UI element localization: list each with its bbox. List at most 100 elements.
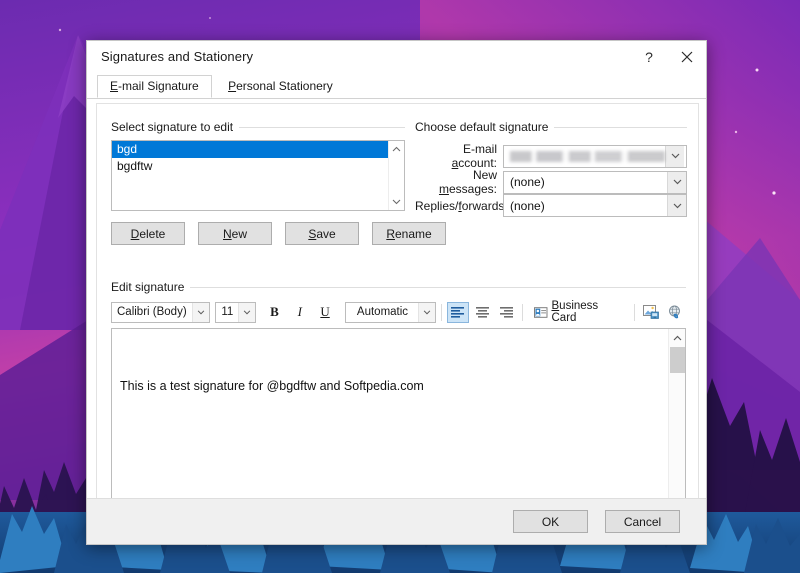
font-color-value: Automatic (346, 306, 419, 318)
rename-button[interactable]: Rename (372, 222, 446, 245)
font-color-combo[interactable]: Automatic (345, 302, 437, 323)
delete-accel: D (131, 227, 140, 241)
editor-scrollbar[interactable] (668, 329, 685, 510)
editor-scroll-up-button[interactable] (669, 329, 686, 346)
combo-arrow[interactable] (418, 303, 435, 322)
edit-signature-group-label: Edit signature (111, 280, 686, 294)
business-card-text: usiness Card (552, 300, 599, 324)
signature-blank-line (120, 436, 660, 456)
business-card-label: Business Card (552, 300, 624, 324)
editor-scroll-thumb[interactable] (670, 347, 685, 373)
email-account-label: E-mail account: (415, 142, 497, 170)
chevron-down-icon (243, 310, 251, 315)
combo-arrow[interactable] (665, 146, 684, 167)
chevron-down-icon (392, 199, 401, 205)
new-messages-combo[interactable]: (none) (503, 171, 687, 194)
save-button[interactable]: Save (285, 222, 359, 245)
redacted-email-value (510, 151, 665, 162)
signatures-and-stationery-dialog: Signatures and Stationery ? E-mail Signa… (86, 40, 707, 545)
signature-action-buttons: Delete New Save Rename (111, 222, 446, 245)
align-right-icon (500, 307, 513, 318)
save-accel: S (308, 227, 316, 241)
default-signature-group-label: Choose default signature (415, 120, 687, 134)
font-size-value: 11 (216, 306, 238, 318)
rename-accel: R (386, 227, 395, 241)
email-account-label-pre: E-mail (463, 142, 497, 156)
combo-arrow[interactable] (238, 303, 255, 322)
insert-picture-button[interactable] (640, 302, 661, 323)
chevron-down-icon (671, 153, 680, 159)
combo-arrow[interactable] (667, 195, 686, 216)
signature-editor-content[interactable]: This is a test signature for @bgdftw and… (112, 329, 668, 511)
bold-button[interactable]: B (264, 302, 285, 323)
tab-email-accel: E (110, 79, 118, 93)
replies-label-post: orwards: (462, 199, 508, 213)
insert-hyperlink-button[interactable] (665, 302, 686, 323)
chevron-up-icon (673, 335, 682, 341)
tab-email-signature[interactable]: E-mail Signature (97, 75, 212, 98)
chevron-down-icon (197, 310, 205, 315)
new-messages-row: New messages: (none) (415, 168, 687, 196)
business-card-icon (534, 307, 547, 318)
list-item[interactable]: bgdftw (112, 158, 388, 175)
list-item[interactable]: bgd (112, 141, 388, 158)
select-signature-caption: Select signature to edit (111, 120, 233, 134)
delete-button[interactable]: Delete (111, 222, 185, 245)
signature-list-scrollbar[interactable] (388, 141, 404, 210)
chevron-down-icon (673, 203, 682, 209)
scroll-up-button[interactable] (389, 141, 405, 157)
rename-label: ename (395, 227, 432, 241)
signature-listbox[interactable]: bgd bgdftw (111, 140, 405, 211)
dialog-body-panel: Select signature to edit bgd bgdftw (96, 103, 699, 523)
email-account-combo[interactable] (503, 145, 687, 168)
combo-arrow[interactable] (667, 172, 686, 193)
edit-signature-caption: Edit signature (111, 280, 184, 294)
replies-forwards-label: Replies/forwards: (415, 199, 497, 213)
toolbar-separator (522, 304, 523, 321)
toolbar-separator (634, 304, 635, 321)
scroll-down-button[interactable] (389, 194, 405, 210)
font-size-combo[interactable]: 11 (215, 302, 256, 323)
group-rule (190, 287, 686, 288)
replies-forwards-combo[interactable]: (none) (503, 194, 687, 217)
underline-button[interactable]: U (314, 302, 335, 323)
help-button[interactable]: ? (630, 41, 668, 72)
align-center-icon (476, 307, 489, 318)
signature-list-items: bgd bgdftw (112, 141, 388, 175)
tab-personal-accel: P (228, 79, 236, 93)
align-left-button[interactable] (447, 302, 468, 323)
select-signature-group-label: Select signature to edit (111, 120, 405, 134)
hyperlink-globe-icon (667, 305, 683, 319)
tab-personal-stationery[interactable]: Personal Stationery (215, 75, 346, 97)
combo-arrow[interactable] (192, 303, 209, 322)
chevron-up-icon (392, 146, 401, 152)
new-button[interactable]: New (198, 222, 272, 245)
picture-icon (643, 305, 659, 319)
align-center-button[interactable] (472, 302, 493, 323)
default-signature-caption: Choose default signature (415, 120, 548, 134)
dialog-footer: OK Cancel (87, 498, 706, 544)
signature-editor[interactable]: This is a test signature for @bgdftw and… (111, 328, 686, 511)
replies-forwards-value: (none) (504, 199, 667, 213)
business-card-button[interactable]: Business Card (528, 302, 629, 323)
new-label: ew (232, 227, 247, 241)
italic-button[interactable]: I (289, 302, 310, 323)
font-family-value: Calibri (Body) (112, 306, 192, 318)
delete-label: elete (139, 227, 165, 241)
email-account-row: E-mail account: (415, 142, 687, 170)
align-right-button[interactable] (496, 302, 517, 323)
toolbar-separator (441, 304, 442, 321)
align-left-icon (451, 307, 464, 318)
title-bar: Signatures and Stationery ? (87, 41, 706, 72)
ok-button[interactable]: OK (513, 510, 588, 533)
new-accel: N (223, 227, 232, 241)
window-title: Signatures and Stationery (101, 49, 253, 64)
new-messages-label-pre: New (473, 168, 497, 182)
close-button[interactable] (668, 41, 706, 72)
cancel-button[interactable]: Cancel (605, 510, 680, 533)
tab-personal-label: ersonal Stationery (236, 79, 333, 93)
font-family-combo[interactable]: Calibri (Body) (111, 302, 210, 323)
tab-email-label: -mail Signature (118, 79, 199, 93)
formatting-toolbar: Calibri (Body) 11 B I U Automatic (111, 300, 686, 324)
group-rule (554, 127, 687, 128)
